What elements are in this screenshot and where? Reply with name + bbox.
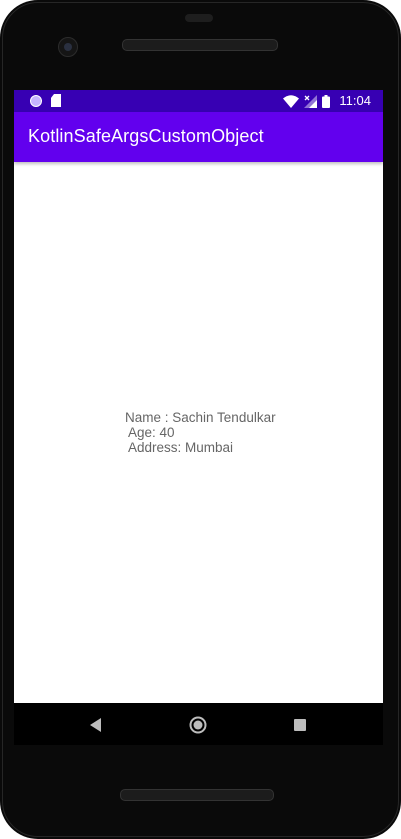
screen: 11:04 KotlinSafeArgsCustomObject Name : … — [14, 90, 383, 703]
front-camera — [58, 37, 78, 57]
home-button[interactable] — [186, 713, 210, 737]
top-speaker-grille — [122, 39, 278, 51]
signal-icon — [304, 94, 318, 108]
system-navigation-bar — [14, 703, 383, 745]
battery-icon — [322, 94, 331, 108]
app-title: KotlinSafeArgsCustomObject — [28, 126, 264, 146]
back-button[interactable] — [84, 713, 108, 737]
status-bar-notifications — [30, 94, 61, 107]
wifi-icon — [283, 94, 300, 108]
notification-dot-icon — [30, 94, 42, 107]
status-bar: 11:04 — [14, 90, 383, 112]
sd-card-icon — [51, 94, 61, 107]
main-content: Name : Sachin Tendulkar Age: 40 Address:… — [14, 162, 383, 703]
phone-device: 11:04 KotlinSafeArgsCustomObject Name : … — [0, 0, 401, 839]
app-bar: KotlinSafeArgsCustomObject — [14, 112, 383, 162]
recents-icon — [294, 719, 306, 731]
earpiece-slot — [185, 14, 213, 22]
status-bar-clock: 11:04 — [339, 93, 371, 108]
home-icon — [189, 716, 207, 734]
status-bar-system-icons: 11:04 — [283, 93, 371, 109]
back-icon — [90, 718, 101, 732]
bottom-speaker-grille — [120, 789, 274, 801]
recents-button[interactable] — [288, 713, 312, 737]
person-details-text: Name : Sachin Tendulkar Age: 40 Address:… — [125, 410, 276, 455]
